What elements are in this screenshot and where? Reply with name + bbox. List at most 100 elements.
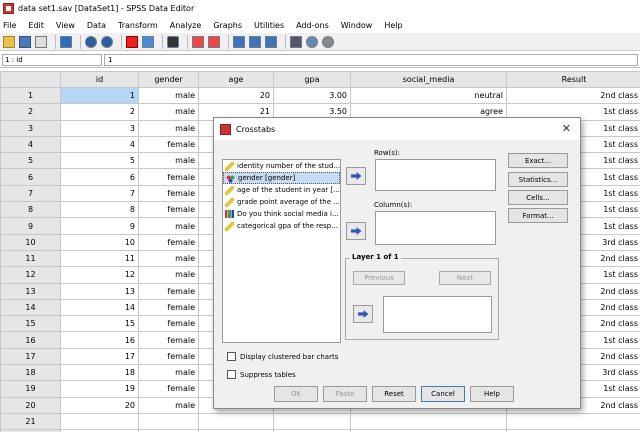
cell-gender[interactable]: female [138, 168, 199, 186]
variable-item-result[interactable]: categorical gpa of the resp... [223, 220, 340, 232]
cell-gender[interactable]: male [138, 266, 199, 284]
cell-gpa[interactable]: 3.00 [273, 86, 351, 105]
row-number[interactable]: 12 [0, 266, 61, 284]
variable-item-social-media[interactable]: Do you think social media i... [223, 208, 340, 220]
undo-icon[interactable] [85, 35, 97, 48]
menu-edit[interactable]: Edit [28, 21, 44, 30]
menu-graphs[interactable]: Graphs [213, 21, 242, 30]
row-number[interactable]: 13 [0, 282, 61, 300]
menu-help[interactable]: Help [384, 21, 402, 30]
cell-value-input[interactable]: 1 [104, 54, 638, 66]
source-variable-list[interactable]: identity number of the stud... gender [g… [222, 159, 341, 343]
cell-gender[interactable]: male [138, 86, 199, 105]
cell-gender[interactable]: female [138, 347, 199, 366]
cell-id[interactable]: 17 [60, 347, 139, 366]
insert-variable-icon[interactable] [208, 35, 220, 48]
cell-id[interactable]: 2 [60, 103, 139, 121]
row-number[interactable]: 10 [0, 233, 61, 251]
cell-social-media[interactable] [350, 412, 507, 431]
exact-button[interactable]: Exact... [508, 153, 568, 168]
row-number[interactable]: 3 [0, 119, 61, 137]
cell-id[interactable]: 6 [60, 168, 139, 186]
cell-gender[interactable]: male [138, 217, 199, 235]
cell-gender[interactable]: male [138, 249, 199, 268]
cell-id[interactable]: 19 [60, 380, 139, 398]
column-header-age[interactable]: age [198, 71, 274, 88]
find-icon[interactable] [167, 35, 179, 48]
cell-gender[interactable]: female [138, 331, 199, 349]
go-to-case-icon[interactable] [126, 35, 138, 48]
cell-gender[interactable]: male [138, 119, 199, 137]
grid-corner[interactable] [0, 71, 61, 88]
cell-id[interactable]: 5 [60, 152, 139, 170]
layer-target-list[interactable] [383, 296, 492, 333]
cell-gender[interactable]: male [138, 152, 199, 170]
column-header-id[interactable]: id [60, 71, 139, 88]
column-header-gender[interactable]: gender [138, 71, 199, 88]
cell-id[interactable]: 10 [60, 233, 139, 251]
menu-file[interactable]: File [3, 21, 16, 30]
cell-gender[interactable]: female [138, 282, 199, 300]
cell-id[interactable]: 13 [60, 282, 139, 300]
row-number[interactable]: 7 [0, 184, 61, 203]
split-file-icon[interactable] [233, 35, 245, 48]
row-number[interactable]: 18 [0, 364, 61, 382]
cell-age[interactable]: 20 [198, 86, 274, 105]
menu-window[interactable]: Window [341, 21, 373, 30]
row-number[interactable]: 8 [0, 201, 61, 219]
value-labels-icon[interactable] [290, 35, 302, 48]
menu-transform[interactable]: Transform [118, 21, 158, 30]
close-icon[interactable]: ✕ [562, 122, 571, 135]
cell-result[interactable]: 2nd class [506, 86, 640, 105]
open-folder-icon[interactable] [3, 35, 15, 48]
cancel-button[interactable]: Cancel [421, 386, 465, 402]
clustered-bar-charts-checkbox[interactable]: Display clustered bar charts [227, 352, 338, 361]
cell-gender[interactable]: female [138, 380, 199, 398]
cell-id[interactable]: 1 [60, 86, 139, 105]
cell-id[interactable] [60, 412, 139, 431]
row-number[interactable]: 17 [0, 347, 61, 366]
cell-social-media[interactable]: neutral [350, 86, 507, 105]
cell-id[interactable]: 18 [60, 364, 139, 382]
row-number[interactable]: 16 [0, 331, 61, 349]
row-number[interactable]: 15 [0, 315, 61, 333]
checkbox-box[interactable] [227, 370, 236, 379]
menu-analyze[interactable]: Analyze [170, 21, 202, 30]
format-button[interactable]: Format... [508, 208, 568, 223]
cell-gender[interactable]: female [138, 135, 199, 154]
save-icon[interactable] [19, 35, 31, 48]
row-number[interactable]: 9 [0, 217, 61, 235]
cell-gender[interactable]: female [138, 201, 199, 219]
move-to-layer-button[interactable] [353, 305, 373, 323]
menu-data[interactable]: Data [87, 21, 106, 30]
menu-utilities[interactable]: Utilities [254, 21, 284, 30]
cell-gender[interactable]: male [138, 396, 199, 414]
menu-add-ons[interactable]: Add-ons [296, 21, 329, 30]
cell-id[interactable]: 16 [60, 331, 139, 349]
checkbox-box[interactable] [227, 352, 236, 361]
cell-id[interactable]: 7 [60, 184, 139, 203]
select-cases-icon[interactable] [265, 35, 277, 48]
dialog-recall-icon[interactable] [60, 35, 72, 48]
cell-id[interactable]: 12 [60, 266, 139, 284]
column-header-gpa[interactable]: gpa [273, 71, 351, 88]
column-header-result[interactable]: Result [506, 71, 640, 88]
variable-item-id[interactable]: identity number of the stud... [223, 160, 340, 172]
cell-id[interactable]: 14 [60, 298, 139, 317]
paste-button[interactable]: Paste [323, 386, 367, 402]
row-number[interactable]: 2 [0, 103, 61, 121]
cell-id[interactable]: 4 [60, 135, 139, 154]
suppress-tables-checkbox[interactable]: Suppress tables [227, 370, 296, 379]
row-number[interactable]: 6 [0, 168, 61, 186]
statistics-button[interactable]: Statistics... [508, 172, 568, 187]
menu-view[interactable]: View [56, 21, 75, 30]
show-all-variables-icon[interactable] [322, 35, 334, 48]
cell-id[interactable]: 3 [60, 119, 139, 137]
column-header-social-media[interactable]: social_media [350, 71, 507, 88]
dialog-title-bar[interactable]: Crosstabs ✕ [214, 118, 580, 140]
row-number[interactable]: 19 [0, 380, 61, 398]
variable-item-gpa[interactable]: grade point average of the ... [223, 196, 340, 208]
columns-target-list[interactable] [375, 211, 496, 245]
rows-target-list[interactable] [375, 159, 496, 191]
row-number[interactable]: 1 [0, 86, 61, 105]
